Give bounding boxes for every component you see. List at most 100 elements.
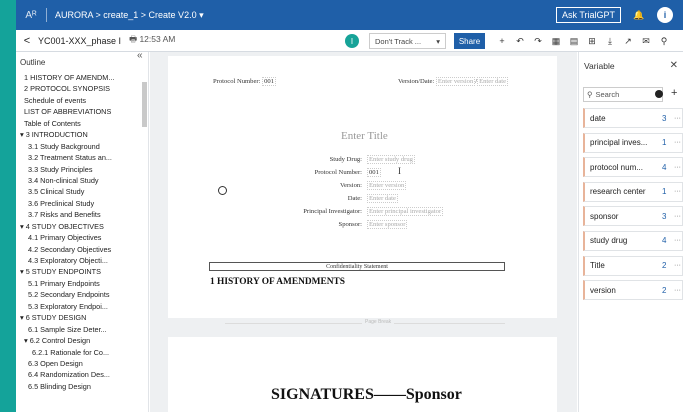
outline-item[interactable]: 6.2.1 Rationale for Co... <box>16 347 148 358</box>
app-logo[interactable]: Aᴿ <box>16 10 46 21</box>
more-icon[interactable]: ··· <box>674 237 681 244</box>
cover-field-row: Sponsor: <box>339 221 362 228</box>
more-icon[interactable]: ··· <box>674 164 681 171</box>
outline-item[interactable]: 3.7 Risks and Benefits <box>16 209 148 220</box>
variable-item[interactable]: research center 1 ··· <box>583 181 683 202</box>
outline-item[interactable]: 6.4 Randomization Des... <box>16 369 148 380</box>
outline-item[interactable]: 4.1 Primary Objectives <box>16 232 148 243</box>
search-icon[interactable]: ⚲ <box>655 36 673 47</box>
cover-field-value: Enter principal investigator <box>367 207 444 216</box>
more-icon[interactable]: ··· <box>674 115 681 122</box>
cover-field-input[interactable]: Enter sponsor <box>367 220 408 229</box>
notification-icon[interactable]: 🔔 <box>631 7 647 23</box>
outline-item[interactable]: 4.3 Exploratory Objecti... <box>16 255 148 266</box>
add-icon[interactable]: + <box>493 36 511 46</box>
header-date-field[interactable]: Enter date <box>477 77 509 86</box>
header-protocol-field[interactable]: 001 <box>262 77 276 86</box>
variable-count: 1 <box>662 138 667 148</box>
cover-field-value: 001 <box>367 168 381 177</box>
header-version-field[interactable]: Enter version <box>435 77 476 86</box>
more-icon[interactable]: ··· <box>674 262 681 269</box>
chevron-down-icon: ▾ <box>436 36 440 46</box>
variable-header: Variable ✕ <box>579 52 683 80</box>
outline-item[interactable]: 3.3 Study Principles <box>16 164 148 175</box>
cover-field-value: Enter date <box>367 194 398 203</box>
add-variable-icon[interactable]: + <box>671 87 677 99</box>
document-toolbar: < YC001-XXX_phase I 🖶 12:53 AM I Don't T… <box>16 30 683 52</box>
cover-field-input[interactable]: Enter principal investigator <box>367 207 444 216</box>
outline-item[interactable]: 5.3 Exploratory Endpoi... <box>16 301 148 312</box>
grid-icon[interactable]: ▦ <box>547 36 565 47</box>
cover-field-row: Date: <box>348 195 362 202</box>
outline-item[interactable]: 2 PROTOCOL SYNOPSIS <box>16 83 148 94</box>
outline-item[interactable]: 1 HISTORY OF AMENDM... <box>16 72 148 83</box>
variable-item[interactable]: Title 2 ··· <box>583 255 683 276</box>
cover-field-input[interactable]: Enter study drug <box>367 155 415 164</box>
comment-icon[interactable]: ✉ <box>637 36 655 47</box>
outline-item[interactable]: Schedule of events <box>16 95 148 106</box>
download-icon[interactable]: ⤓ <box>601 36 619 47</box>
avatar[interactable]: I <box>345 34 359 48</box>
outline-item[interactable]: 4.2 Secondary Objectives <box>16 244 148 255</box>
outline-item[interactable]: LIST OF ABBREVIATIONS <box>16 106 148 117</box>
section-heading: 1 HISTORY OF AMENDMENTS <box>210 277 346 287</box>
block-handle-icon[interactable] <box>218 186 227 195</box>
cover-field-input[interactable]: Enter date <box>367 194 398 203</box>
ask-trialgpt-button[interactable]: Ask TrialGPT <box>555 7 621 23</box>
outline-item[interactable]: 6.1 Sample Size Deter... <box>16 324 148 335</box>
export-icon[interactable]: ↗ <box>619 36 637 47</box>
outline-item[interactable]: 3.4 Non-clinical Study <box>16 175 148 186</box>
table-icon[interactable]: ⊞ <box>583 36 601 47</box>
outline-item[interactable]: 3.6 Preclinical Study <box>16 198 148 209</box>
variable-search-input[interactable]: ⚲ Search <box>583 87 663 102</box>
title-field[interactable]: Enter Title <box>341 130 388 142</box>
track-changes-select[interactable]: Don't Track ... ▾ <box>369 33 446 49</box>
outline-item[interactable]: ▾ 3 INTRODUCTION <box>16 129 148 140</box>
variable-item[interactable]: sponsor 3 ··· <box>583 206 683 227</box>
cover-field-input[interactable]: Enter version <box>367 181 407 190</box>
outline-item[interactable]: ▾ 4 STUDY OBJECTIVES <box>16 221 148 232</box>
more-icon[interactable]: ··· <box>674 188 681 195</box>
close-icon[interactable]: ✕ <box>670 60 678 71</box>
outline-item[interactable]: Table of Contents <box>16 118 148 129</box>
more-icon[interactable]: ··· <box>674 213 681 220</box>
variable-count: 2 <box>662 285 667 295</box>
document-page: Protocol Number: 001 Version/Date: Enter… <box>168 56 557 318</box>
variable-item[interactable]: principal inves... 1 ··· <box>583 132 683 153</box>
outline-item[interactable]: ▾ 5 STUDY ENDPOINTS <box>16 266 148 277</box>
outline-item[interactable]: 3.2 Treatment Status an... <box>16 152 148 163</box>
collapse-icon[interactable]: « <box>137 50 143 61</box>
outline-item[interactable]: ▾ 6.2 Control Design <box>16 335 148 346</box>
info-icon[interactable]: i <box>657 7 673 23</box>
cover-field-input[interactable]: 001 <box>367 168 381 177</box>
variable-title: Variable <box>584 61 615 71</box>
share-button[interactable]: Share <box>454 33 485 49</box>
undo-icon[interactable]: ↶ <box>511 36 529 47</box>
back-icon[interactable]: < <box>16 35 38 47</box>
layout-icon[interactable]: ▤ <box>565 36 583 47</box>
outline-item[interactable]: 6.5 Blinding Design <box>16 381 148 392</box>
outline-item[interactable]: 6.3 Open Design <box>16 358 148 369</box>
outline-item[interactable]: ▾ 6 STUDY DESIGN <box>16 312 148 323</box>
variable-name: version <box>590 285 616 295</box>
outline-item[interactable]: 3.1 Study Background <box>16 141 148 152</box>
outline-item[interactable]: 5.2 Secondary Endpoints <box>16 289 148 300</box>
variable-item[interactable]: version 2 ··· <box>583 280 683 301</box>
outline-item[interactable]: 5.1 Primary Endpoints <box>16 278 148 289</box>
document-title[interactable]: YC001-XXX_phase I <box>38 36 121 46</box>
more-icon[interactable]: ··· <box>674 287 681 294</box>
outline-scrollbar[interactable] <box>142 82 147 127</box>
variable-item[interactable]: study drug 4 ··· <box>583 230 683 251</box>
cover-field-row: Study Drug: <box>330 156 362 163</box>
breadcrumb[interactable]: AURORA > create_1 > Create V2.0 ▾ <box>55 10 204 21</box>
variable-item[interactable]: date 3 ··· <box>583 108 683 128</box>
variable-item[interactable]: protocol num... 4 ··· <box>583 157 683 178</box>
more-icon[interactable]: ··· <box>674 139 681 146</box>
outline-item[interactable]: 3.5 Clinical Study <box>16 186 148 197</box>
cover-field-label: Version: <box>340 182 362 189</box>
variable-name: research center <box>590 187 646 197</box>
variable-name: principal inves... <box>590 138 648 148</box>
redo-icon[interactable]: ↷ <box>529 36 547 47</box>
filter-icon[interactable] <box>655 90 663 98</box>
document-canvas: Protocol Number: 001 Version/Date: Enter… <box>150 52 577 412</box>
